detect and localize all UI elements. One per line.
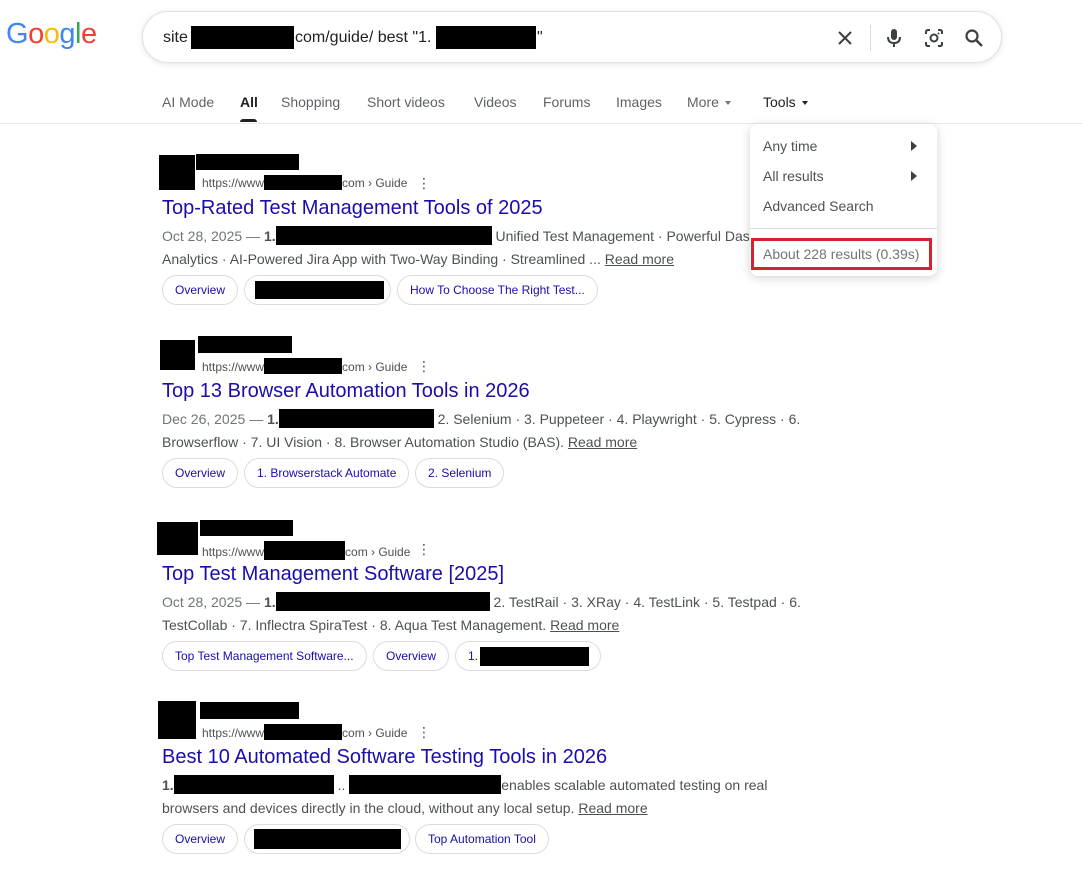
site-name-redaction [198,336,292,353]
result-snippet-line1: 1. .. enables scalable automated testing… [162,775,767,795]
sitelink-chip[interactable]: How To Choose The Right Test... [397,275,598,305]
url-prefix: https://www [202,726,265,740]
url-redaction [264,358,343,374]
tools-advanced-search[interactable]: Advanced Search [763,198,874,214]
result-snippet-line2: browsers and devices directly in the clo… [162,798,648,818]
result-snippet-line2: Browserflow · 7. UI Vision · 8. Browser … [162,432,637,452]
snippet-redaction [278,409,434,428]
chip-redaction [480,647,589,666]
site-favicon [157,522,198,555]
snippet-text: browsers and devices directly in the clo… [162,800,579,816]
result-snippet-line2: TestCollab · 7. Inflectra SpiraTest · 8.… [162,615,619,635]
menu-divider [750,228,937,229]
url-suffix: com › Guide [342,360,408,374]
sitelink-chip[interactable]: Top Automation Tool [415,824,549,854]
tools-any-time[interactable]: Any time [763,138,817,154]
chevron-right-icon [911,171,917,181]
snippet-text: 2. TestRail · 3. XRay · 4. TestLink · 5.… [489,594,801,610]
read-more-link[interactable]: Read more [605,251,674,267]
result-date: Oct 28, 2025 — [162,228,264,244]
snippet-redaction [275,592,490,611]
sitelink-chip[interactable] [244,824,410,854]
sitelink-chip[interactable]: Top Test Management Software... [162,641,367,671]
result-title[interactable]: Top-Rated Test Management Tools of 2025 [162,197,543,220]
sitelink-chip[interactable]: 1. [455,641,601,671]
result-snippet-line1: Dec 26, 2025 — 1. 2. Selenium · 3. Puppe… [162,409,800,429]
snippet-text: 2. Selenium · 3. Puppeteer · 4. Playwrig… [433,411,801,427]
result-snippet-line2: Analytics · AI-Powered Jira App with Two… [162,249,674,269]
url-redaction [264,541,346,560]
snippet-bold: 1. [162,777,174,793]
chip-redaction [255,281,384,299]
sitelink-chip[interactable]: Overview [373,641,450,671]
url-prefix: https://www [202,360,265,374]
site-favicon [160,340,195,370]
result-url[interactable]: https://www com › Guide [202,724,407,740]
tools-dropdown-menu: Any time All results Advanced Search Abo… [750,124,937,276]
more-options-icon[interactable]: ⋮ [417,542,431,556]
read-more-link[interactable]: Read more [550,617,619,633]
result-title[interactable]: Top 13 Browser Automation Tools in 2026 [162,380,530,403]
read-more-link[interactable]: Read more [568,434,637,450]
sitelink-chip[interactable]: Overview [162,824,239,854]
snippet-text: Unified Test Management · Powerful Dasl [491,228,753,244]
snippet-text: Analytics · AI-Powered Jira App with Two… [162,251,605,267]
sitelink-chip[interactable] [244,275,391,305]
snippet-text: Browserflow · 7. UI Vision · 8. Browser … [162,434,568,450]
snippet-text: .. [333,777,350,793]
sitelink-chip[interactable]: Overview [162,275,239,305]
chip-label: 1. [468,649,479,663]
result-url[interactable]: https://www com › Guide [202,358,407,374]
result-title[interactable]: Top Test Management Software [2025] [162,563,504,586]
site-favicon [158,701,196,739]
snippet-bold: 1. [263,594,276,610]
snippet-text: enables scalable automated testing on re… [501,777,768,793]
url-redaction [264,724,343,740]
result-url[interactable]: https://www com › Guide [202,541,410,560]
more-options-icon[interactable]: ⋮ [417,359,431,373]
result-title[interactable]: Best 10 Automated Software Testing Tools… [162,746,607,769]
site-name-redaction [200,702,299,719]
result-stats: About 228 results (0.39s) [751,238,932,270]
snippet-redaction [349,775,502,794]
url-suffix: com › Guide [345,545,411,559]
sitelink-chip[interactable]: 1. Browserstack Automate [244,458,410,488]
result-date: Oct 28, 2025 — [162,594,264,610]
snippet-redaction [275,226,492,245]
chevron-right-icon [911,141,917,151]
site-name-redaction [200,520,293,536]
more-options-icon[interactable]: ⋮ [417,725,431,739]
sitelink-chip[interactable]: 2. Selenium [415,458,505,488]
sitelink-chip[interactable]: Overview [162,458,239,488]
read-more-link[interactable]: Read more [578,800,647,816]
result-snippet-line1: Oct 28, 2025 — 1. Unified Test Managemen… [162,226,753,246]
snippet-redaction [173,775,334,794]
snippet-text: TestCollab · 7. Inflectra SpiraTest · 8.… [162,617,551,633]
chip-redaction [254,829,401,849]
result-snippet-line1: Oct 28, 2025 — 1. 2. TestRail · 3. XRay … [162,592,801,612]
snippet-bold: 1. [263,228,276,244]
result-date: Dec 26, 2025 — [162,411,268,427]
url-suffix: com › Guide [342,726,408,740]
url-prefix: https://www [202,545,265,559]
tools-all-results[interactable]: All results [763,168,824,184]
snippet-bold: 1. [267,411,279,427]
